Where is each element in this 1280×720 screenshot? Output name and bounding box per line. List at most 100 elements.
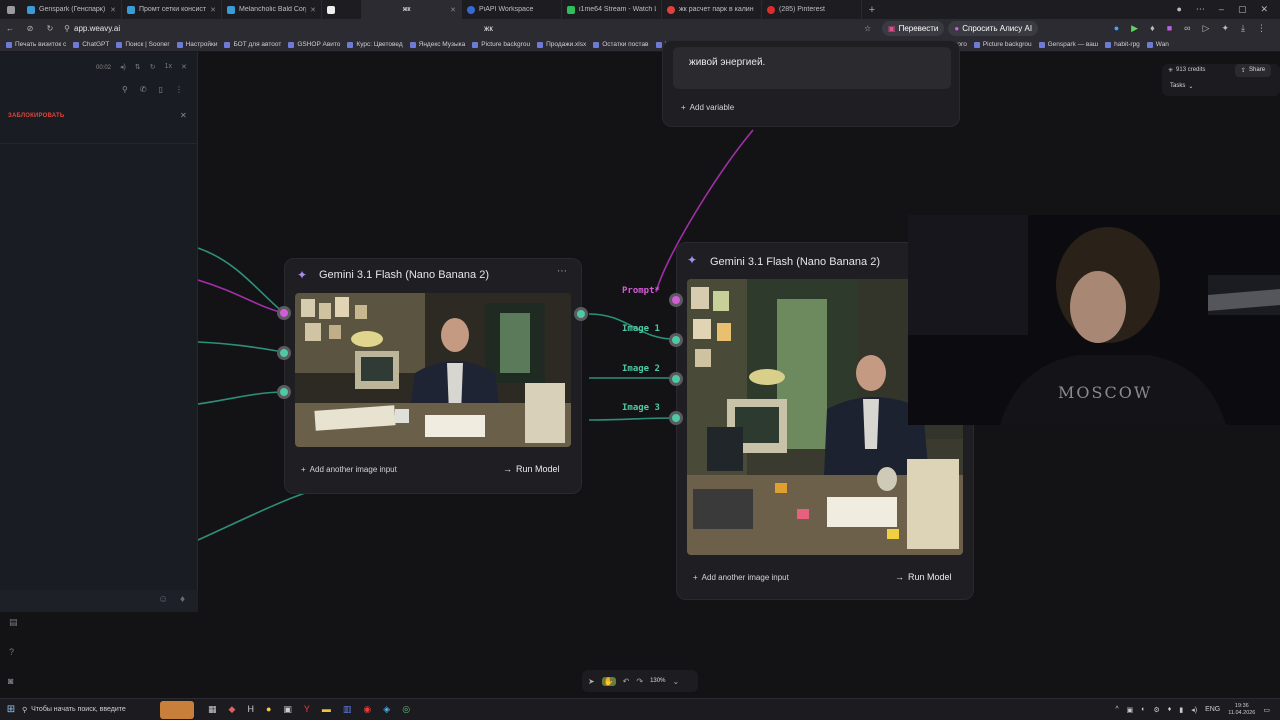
discord-icon[interactable]: ◙: [8, 676, 13, 686]
profile-icon[interactable]: ●: [1176, 4, 1181, 15]
extension-icon[interactable]: ●: [1114, 23, 1119, 34]
close-banner-icon[interactable]: ✕: [180, 111, 187, 120]
run-model-button[interactable]: → Run Model: [895, 572, 952, 582]
hand-tool-icon[interactable]: ✋: [601, 676, 616, 686]
tab-park[interactable]: жк расчет парк в калин: [662, 0, 762, 19]
bookmark-item[interactable]: Picture backgrou: [973, 41, 1032, 48]
bookmark-item[interactable]: Настройки: [176, 41, 217, 48]
volume-icon[interactable]: ◂): [120, 63, 126, 71]
link-icon[interactable]: ∞: [1184, 23, 1190, 34]
menu-icon[interactable]: ⋮: [1257, 23, 1266, 34]
node1-image-port-2[interactable]: [277, 385, 291, 399]
bookmark-item[interactable]: Picture backgrou: [472, 41, 530, 48]
block-button[interactable]: ЗАБЛОКИРОВАТЬ: [8, 113, 64, 119]
bookmark-item[interactable]: Wan: [1146, 41, 1169, 48]
network-icon[interactable]: ▮: [1179, 706, 1183, 714]
more-icon[interactable]: ⋯: [557, 266, 567, 277]
tray-icon[interactable]: ♦: [1168, 706, 1172, 713]
maximize-icon[interactable]: ▢: [1238, 4, 1247, 15]
bookmark-item[interactable]: Яндекс Музыка: [409, 41, 465, 48]
downloads-icon[interactable]: ⋯: [1196, 4, 1205, 15]
sidebar-toggle-icon[interactable]: ▯: [159, 85, 163, 94]
minimize-icon[interactable]: –: [1219, 4, 1224, 15]
tray-chevron-icon[interactable]: ^: [1115, 706, 1118, 713]
translate-button[interactable]: ▣ Перевести: [882, 21, 945, 36]
bookmark-item[interactable]: Продажи.xlsx: [537, 41, 586, 48]
security-icon[interactable]: ⊘: [20, 24, 40, 33]
notifications-icon[interactable]: ▭: [1263, 706, 1270, 714]
model-node-1[interactable]: ✦ Gemini 3.1 Flash (Nano Banana 2) ⋯ + A…: [284, 258, 582, 494]
undo-icon[interactable]: ↶: [623, 677, 630, 686]
close-tab-icon[interactable]: ✕: [210, 6, 216, 14]
node2-image-port-1[interactable]: [669, 333, 683, 347]
close-tab-icon[interactable]: ✕: [310, 6, 316, 14]
run-model-button[interactable]: → Run Model: [503, 464, 560, 474]
back-icon[interactable]: ←: [0, 24, 20, 33]
close-panel-icon[interactable]: ✕: [181, 63, 187, 71]
extension-icon[interactable]: ■: [1167, 23, 1172, 34]
app-icon[interactable]: ▣: [283, 704, 292, 715]
emoji-icon[interactable]: ☺: [158, 594, 168, 605]
message-input-bar[interactable]: ☺ ♦: [0, 590, 198, 612]
downloads-icon[interactable]: ⤓: [1241, 23, 1245, 34]
bookmark-star-icon[interactable]: ☆: [864, 24, 878, 33]
yandex-icon[interactable]: Y: [304, 704, 310, 715]
zoom-level[interactable]: 130%: [650, 678, 665, 684]
url-field[interactable]: app.weavy.ai: [74, 24, 484, 33]
share-button[interactable]: ⇪ Share: [1235, 64, 1272, 77]
app-icon[interactable]: ▥: [343, 704, 352, 715]
app-icon[interactable]: ◎: [402, 704, 410, 715]
start-icon[interactable]: ⊞: [0, 704, 22, 715]
search-icon[interactable]: ⚲: [122, 85, 128, 94]
node2-prompt-port[interactable]: [669, 293, 683, 307]
tab-melancholic[interactable]: Melancholic Bald Corpora✕: [222, 0, 322, 19]
node1-output-port[interactable]: [574, 307, 588, 321]
bookmark-item[interactable]: habit-rpg: [1105, 41, 1140, 48]
more-icon[interactable]: ⋮: [175, 85, 183, 94]
zoom-icon[interactable]: 1x: [165, 63, 172, 71]
bookmark-item[interactable]: ChatGPT: [73, 41, 109, 48]
app-icon[interactable]: ◆: [229, 704, 236, 715]
chevron-down-icon[interactable]: ⌄: [672, 677, 679, 686]
tray-icon[interactable]: ◐: [1141, 706, 1145, 713]
node2-image-port-2[interactable]: [669, 372, 683, 386]
prompt-node[interactable]: живой энергией. + Add variable: [662, 40, 960, 127]
taskbar-search[interactable]: ⚲ Чтобы начать поиск, введите: [22, 706, 150, 714]
close-window-icon[interactable]: ✕: [1260, 4, 1268, 15]
browser-menu-icon[interactable]: [0, 0, 22, 19]
output-image[interactable]: [295, 293, 571, 447]
app-icon[interactable]: ◉: [363, 704, 371, 715]
extensions-icon[interactable]: ✦: [1221, 23, 1229, 34]
site-info-icon[interactable]: ⚲: [60, 24, 74, 33]
microphone-icon[interactable]: ♦: [180, 594, 185, 605]
language-indicator[interactable]: ENG: [1205, 706, 1220, 713]
reload-icon[interactable]: ↻: [40, 24, 60, 33]
refresh-icon[interactable]: ↻: [150, 63, 156, 71]
prompt-text[interactable]: живой энергией.: [689, 57, 765, 68]
phone-icon[interactable]: ✆: [140, 85, 147, 94]
bookmark-item[interactable]: Поиск | Sooner: [116, 41, 170, 48]
node1-prompt-port[interactable]: [277, 306, 291, 320]
bookmark-item[interactable]: Genspark — ваш: [1038, 41, 1098, 48]
select-tool-icon[interactable]: ➤: [588, 677, 595, 686]
app-icon[interactable]: ◈: [383, 704, 390, 715]
tasks-dropdown[interactable]: Tasks ⌄: [1170, 83, 1193, 90]
bookmark-item[interactable]: GSHOP Авито: [288, 41, 340, 48]
tab-weavy-pinned[interactable]: [322, 0, 362, 19]
alice-button[interactable]: ● Спросить Алису AI: [948, 21, 1039, 36]
clock[interactable]: 19:36 11.04.2026: [1228, 703, 1255, 717]
bookmark-item[interactable]: Печать визиток с: [6, 41, 66, 48]
tray-icon[interactable]: ▣: [1127, 706, 1134, 714]
redo-icon[interactable]: ↷: [636, 677, 643, 686]
tab-pinterest[interactable]: (285) Pinterest: [762, 0, 862, 19]
folder-icon[interactable]: ▬: [322, 704, 331, 715]
add-image-input-button[interactable]: + Add another image input: [301, 465, 397, 474]
add-variable-button[interactable]: + Add variable: [681, 103, 734, 112]
app-icon[interactable]: H: [247, 704, 254, 715]
new-tab-button[interactable]: +: [862, 4, 882, 16]
notes-icon[interactable]: ▤: [9, 617, 18, 628]
tab-genspark[interactable]: Genspark (Генспарк) — в✕: [22, 0, 122, 19]
node2-image-port-3[interactable]: [669, 411, 683, 425]
task-view-icon[interactable]: ▦: [208, 704, 217, 715]
microphone-icon[interactable]: ♦: [1150, 23, 1155, 34]
